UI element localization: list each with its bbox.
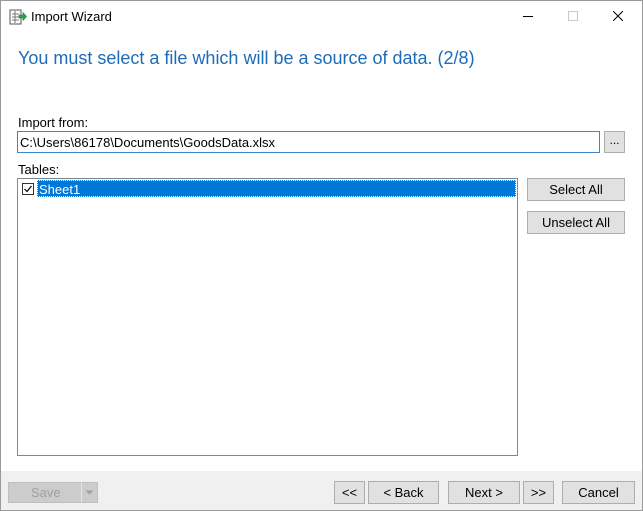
page-title: You must select a file which will be a s… (18, 48, 475, 68)
import-path-input[interactable] (17, 131, 600, 153)
first-page-button[interactable]: << (334, 481, 365, 504)
tables-list[interactable]: Sheet1 (17, 178, 518, 456)
browse-button[interactable]: ... (604, 131, 625, 153)
import-wizard-window: Import Wizard You must select a file whi… (0, 0, 643, 511)
back-button[interactable]: < Back (368, 481, 439, 504)
next-button[interactable]: Next > (448, 481, 520, 504)
save-button[interactable]: Save (8, 482, 82, 503)
title-bar[interactable]: Import Wizard (1, 1, 642, 32)
checkmark-icon (24, 185, 32, 192)
chevron-down-icon (85, 490, 94, 495)
close-button[interactable] (595, 1, 640, 31)
table-checkbox[interactable] (22, 182, 34, 195)
select-all-button[interactable]: Select All (527, 178, 625, 201)
minimize-icon (522, 16, 533, 17)
last-page-button[interactable]: >> (523, 481, 554, 504)
save-dropdown-button[interactable] (81, 482, 98, 503)
table-name: Sheet1 (37, 180, 516, 197)
maximize-button[interactable] (550, 1, 595, 31)
unselect-all-button[interactable]: Unselect All (527, 211, 625, 234)
cancel-button[interactable]: Cancel (562, 481, 635, 504)
window-title: Import Wizard (31, 9, 112, 24)
import-wizard-icon (9, 8, 27, 26)
close-icon (612, 11, 623, 21)
minimize-button[interactable] (505, 1, 550, 31)
list-item[interactable]: Sheet1 (19, 180, 516, 197)
tables-label: Tables: (18, 162, 60, 177)
import-from-label: Import from: (18, 115, 89, 130)
maximize-icon (567, 11, 578, 21)
